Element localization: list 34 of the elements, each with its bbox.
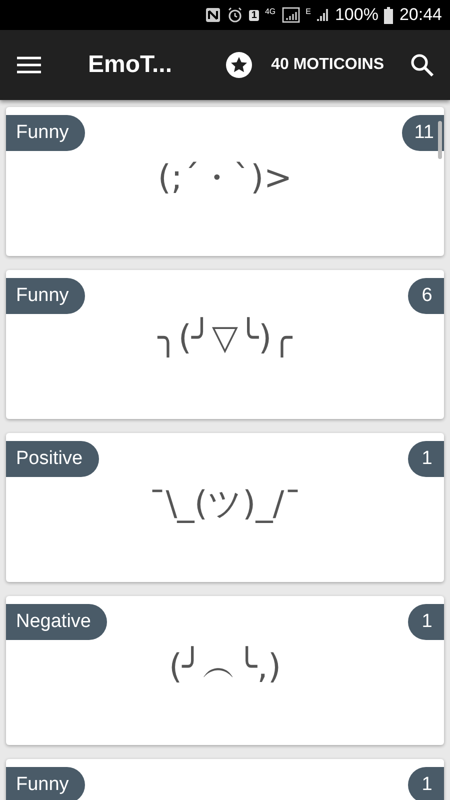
count-badge: 6 <box>408 278 444 314</box>
network-label: E <box>306 7 311 16</box>
count-badge: 1 <box>408 604 444 640</box>
sim-label: 1 <box>249 10 259 20</box>
clock: 20:44 <box>399 5 442 25</box>
category-tag: Positive <box>6 441 99 477</box>
emoticon-card[interactable]: Negative 1 (╯︵╰,) <box>6 596 444 745</box>
emoticon-text: (;´・`)> <box>156 157 294 200</box>
signal-icon <box>316 8 329 22</box>
coins-counter[interactable]: 40 MOTICOINS <box>271 56 384 74</box>
battery-icon <box>384 6 394 24</box>
nfc-icon <box>205 7 222 23</box>
category-tag: Funny <box>6 767 85 800</box>
alarm-icon <box>227 7 244 23</box>
count-badge: 1 <box>408 767 444 800</box>
scrollbar <box>438 121 442 159</box>
category-tag: Funny <box>6 278 85 314</box>
emoticon-card[interactable]: Positive 1 ¯\_(ツ)_/¯ <box>6 433 444 582</box>
emoticon-text: (╯︵╰,) <box>168 645 282 689</box>
menu-icon[interactable] <box>16 55 42 75</box>
network-label: 4G <box>264 7 276 16</box>
emoticon-card[interactable]: Funny 1 <box>6 759 444 800</box>
emoticon-text: ╮(╯▽╰)╭ <box>156 318 294 358</box>
emoticon-card[interactable]: Funny 6 ╮(╯▽╰)╭ <box>6 270 444 419</box>
app-title: EmoT... <box>88 51 174 79</box>
emoticon-text: ¯\_(ツ)_/¯ <box>148 483 302 526</box>
category-tag: Funny <box>6 115 85 151</box>
category-tag: Negative <box>6 604 107 640</box>
count-badge: 1 <box>408 441 444 477</box>
count-badge: 11 <box>402 115 444 151</box>
signal-icon <box>282 7 300 23</box>
search-icon[interactable] <box>410 53 434 77</box>
emoticon-card[interactable]: Funny 11 (;´・`)> <box>6 107 444 256</box>
battery-percent: 100% <box>334 5 378 25</box>
